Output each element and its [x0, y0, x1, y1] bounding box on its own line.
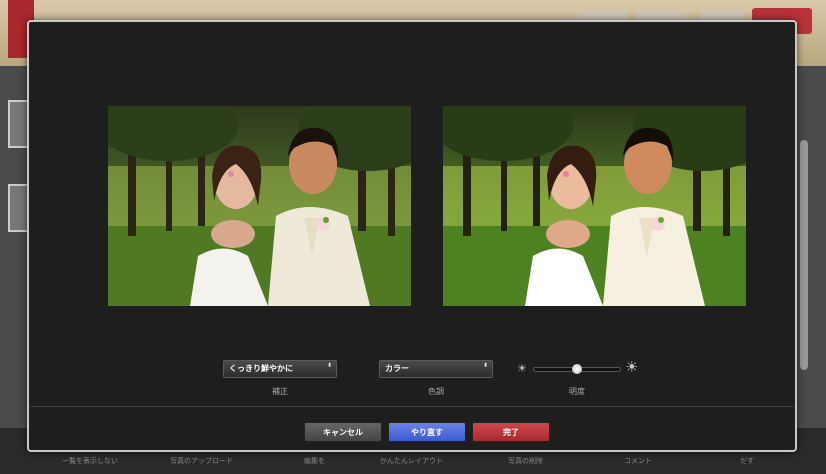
bottom-toolbar-label: かんたんレイアウト	[380, 457, 443, 465]
bottom-toolbar-label: 写真の削除	[508, 457, 543, 465]
corrected-photo	[443, 106, 746, 306]
select-arrows-icon: ⬍	[326, 362, 332, 369]
select-arrows-icon: ⬍	[482, 362, 488, 369]
bottom-toolbar-label: 写真のアップロード	[170, 457, 233, 465]
correction-select[interactable]: くっきり鮮やかに ⬍	[223, 360, 337, 378]
correction-select-value: くっきり鮮やかに	[229, 364, 293, 373]
bottom-toolbar-label: 編集を	[304, 457, 325, 465]
bottom-toolbar-label: だす	[740, 457, 754, 465]
bottom-toolbar-label: コメント	[624, 457, 652, 465]
brightness-low-icon: ☀	[517, 362, 527, 375]
original-photo	[108, 106, 411, 306]
tone-select-value: カラー	[385, 364, 409, 373]
tone-select[interactable]: カラー ⬍	[379, 360, 493, 378]
correction-label: 補正	[272, 387, 288, 396]
bottom-toolbar-label: 一覧を表示しない	[62, 457, 118, 465]
cancel-button[interactable]: キャンセル	[304, 422, 382, 442]
brightness-label: 明度	[569, 387, 585, 396]
photo-edit-dialog: くっきり鮮やかに ⬍ 補正 カラー ⬍ 色調 ☀ ☀ 明度 キャンセル やり直す…	[27, 20, 797, 452]
brightness-slider-handle[interactable]	[572, 364, 582, 374]
original-photo-image	[108, 106, 411, 306]
redo-button[interactable]: やり直す	[388, 422, 466, 442]
corrected-photo-image	[443, 106, 746, 306]
dialog-divider	[29, 406, 795, 407]
done-button[interactable]: 完了	[472, 422, 550, 442]
brightness-high-icon: ☀	[625, 358, 639, 376]
tone-label: 色調	[428, 387, 444, 396]
background-scrollbar	[800, 140, 808, 370]
